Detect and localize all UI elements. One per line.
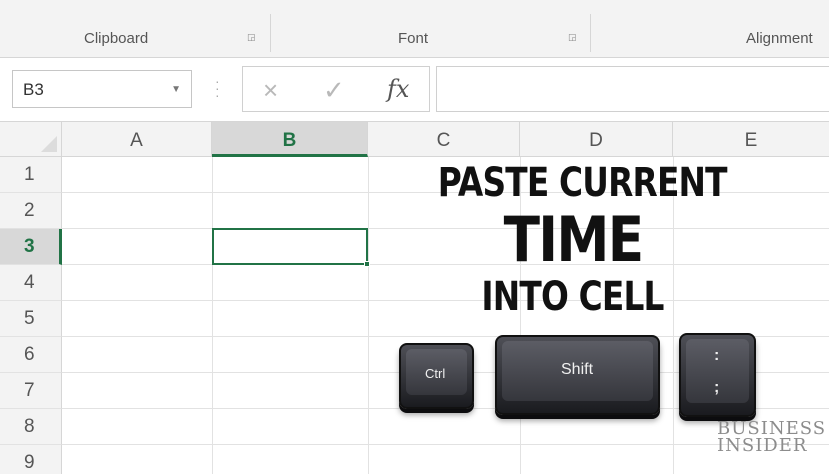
insert-function-icon[interactable]: fx — [387, 75, 409, 103]
gridline — [62, 228, 829, 229]
column-header-a[interactable]: A — [62, 122, 212, 157]
ctrl-key-label: Ctrl — [425, 366, 446, 381]
column-header-e[interactable]: E — [673, 122, 829, 157]
active-cell-b3[interactable] — [212, 228, 368, 265]
business-insider-watermark: BUSINESS INSIDER — [717, 420, 826, 456]
select-all-triangle-icon — [41, 136, 57, 152]
row-header-3[interactable]: 3 — [0, 229, 62, 265]
name-box-value: B3 — [23, 80, 44, 99]
row-header-7[interactable]: 7 — [0, 373, 62, 409]
formula-bar-grip-icon[interactable]: · · · — [215, 74, 221, 102]
formula-bar: B3 ▼ · · · × ✓ fx — [0, 58, 829, 122]
enter-check-icon[interactable]: ✓ — [323, 75, 345, 106]
ribbon-group-bar: Clipboard ◲ Font ◲ Alignment — [0, 0, 829, 58]
ribbon-separator — [270, 14, 271, 52]
gridline — [212, 157, 213, 474]
gridline — [62, 300, 829, 301]
ribbon-group-clipboard: Clipboard — [84, 30, 149, 47]
ribbon-separator — [590, 14, 591, 52]
ctrl-key: Ctrl — [399, 343, 474, 409]
select-all-button[interactable] — [0, 122, 62, 157]
column-header-d[interactable]: D — [520, 122, 673, 157]
shift-key-label: Shift — [561, 361, 594, 378]
name-box[interactable]: B3 ▼ — [12, 70, 192, 108]
shift-key: Shift — [495, 335, 660, 415]
column-header-c[interactable]: C — [368, 122, 520, 157]
ribbon-group-font: Font — [398, 30, 429, 47]
gridline — [62, 264, 829, 265]
overlay-title-line3: INTO CELL — [481, 274, 664, 320]
clipboard-dialog-launcher-icon[interactable]: ◲ — [247, 32, 256, 43]
overlay-title-line2: TIME — [503, 203, 645, 276]
semicolon-key: : ; — [679, 333, 756, 417]
gridline — [62, 444, 829, 445]
semicolon-key-bottom-label: ; — [714, 379, 720, 396]
overlay-title-line1: PASTE CURRENT — [437, 160, 728, 206]
row-header-5[interactable]: 5 — [0, 301, 62, 337]
formula-buttons: × ✓ fx — [242, 66, 430, 112]
font-dialog-launcher-icon[interactable]: ◲ — [568, 32, 577, 43]
semicolon-key-top-label: : — [714, 347, 720, 364]
fill-handle[interactable] — [364, 261, 370, 267]
row-header-6[interactable]: 6 — [0, 337, 62, 373]
column-header-b[interactable]: B — [212, 122, 368, 157]
row-header-8[interactable]: 8 — [0, 409, 62, 445]
row-header-4[interactable]: 4 — [0, 265, 62, 301]
watermark-line2: INSIDER — [717, 435, 808, 456]
cancel-icon[interactable]: × — [263, 75, 278, 106]
chevron-down-icon[interactable]: ▼ — [171, 84, 181, 95]
ribbon-group-alignment: Alignment — [746, 30, 813, 47]
row-header-1[interactable]: 1 — [0, 157, 62, 193]
formula-input[interactable] — [436, 66, 829, 112]
row-header-9[interactable]: 9 — [0, 445, 62, 474]
gridline — [368, 157, 369, 474]
row-header-2[interactable]: 2 — [0, 193, 62, 229]
